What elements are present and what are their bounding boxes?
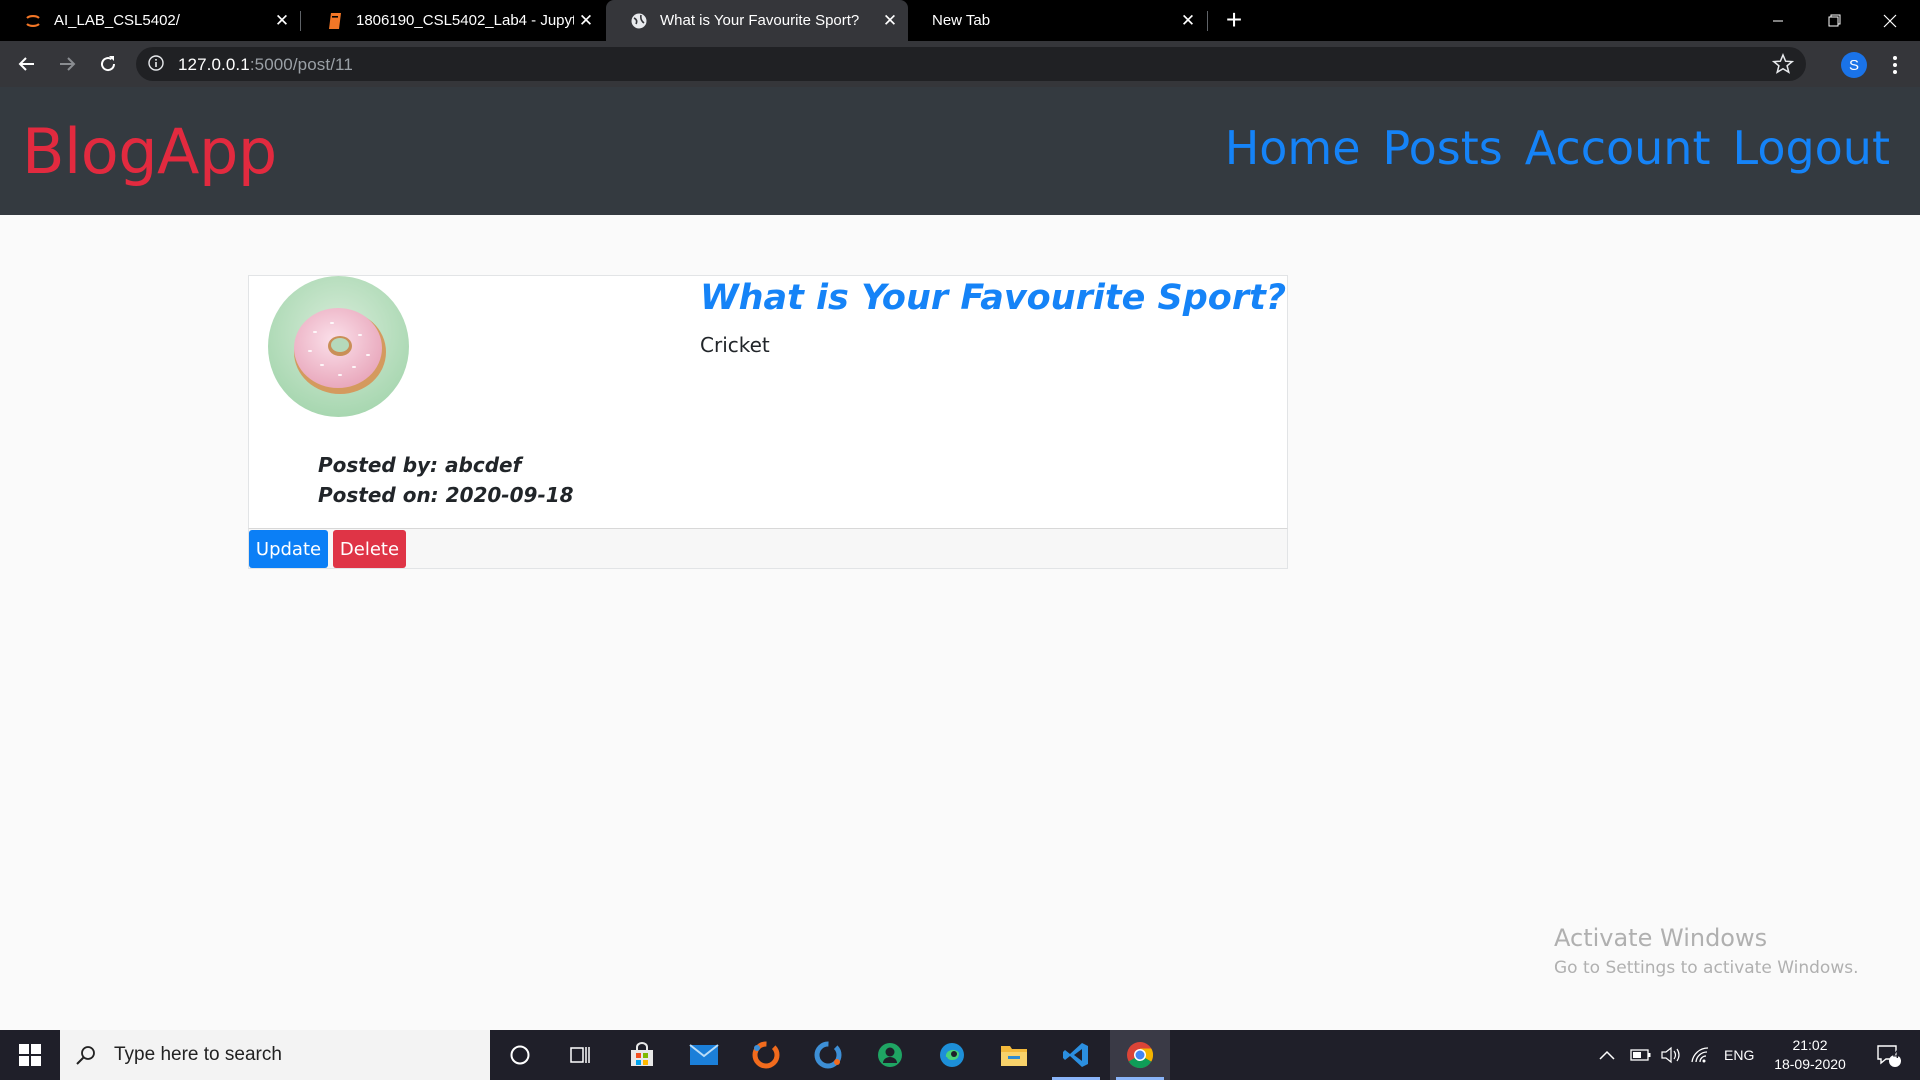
minimize-button[interactable] [1750, 0, 1806, 41]
cortana-icon [510, 1045, 530, 1065]
watermark-subtitle: Go to Settings to activate Windows. [1554, 958, 1859, 978]
task-view-button[interactable] [550, 1030, 610, 1080]
close-icon[interactable]: ✕ [574, 11, 598, 31]
clock-time: 21:02 [1792, 1037, 1828, 1053]
url-host: 127.0.0.1 [178, 55, 250, 74]
green-app-icon [878, 1043, 902, 1067]
task-view-icon [570, 1047, 590, 1063]
vscode-icon [1063, 1043, 1088, 1067]
tab-ai-lab[interactable]: AI_LAB_CSL5402/ ✕ [0, 0, 300, 41]
search-placeholder: Type here to search [114, 1044, 282, 1065]
post-meta: Posted by: abcdef Posted on: 2020-09-18 [318, 450, 574, 510]
nav-account-link[interactable]: Account [1525, 121, 1711, 175]
chrome-button[interactable] [1110, 1030, 1170, 1080]
close-icon[interactable]: ✕ [878, 11, 902, 31]
author-avatar [268, 276, 409, 417]
close-icon[interactable]: ✕ [270, 11, 294, 31]
globe-icon [630, 12, 648, 30]
orange-ring-app-icon [752, 1041, 780, 1069]
notification-count: 4 [1892, 1049, 1900, 1061]
update-button[interactable]: Update [249, 530, 328, 568]
app-green-button[interactable] [860, 1030, 920, 1080]
profile-avatar-button[interactable]: S [1841, 52, 1867, 78]
app-blue-ring-button[interactable] [798, 1030, 858, 1080]
browser-menu-button[interactable] [1883, 52, 1907, 78]
store-button[interactable] [612, 1030, 672, 1080]
windows-taskbar: Type here to search ENG 21:02 18-09-2020… [0, 1030, 1920, 1080]
cortana-button[interactable] [490, 1030, 550, 1080]
chevron-up-icon[interactable] [1598, 1048, 1616, 1062]
tab-title: New Tab [932, 12, 991, 29]
address-bar[interactable]: 127.0.0.1:5000/post/11 [136, 47, 1806, 81]
mail-icon [689, 1044, 719, 1065]
app-orange-ring-button[interactable] [736, 1030, 796, 1080]
tab-divider [300, 11, 301, 31]
volume-icon[interactable] [1660, 1046, 1682, 1064]
vscode-button[interactable] [1046, 1030, 1106, 1080]
tab-title: AI_LAB_CSL5402/ [54, 12, 180, 29]
search-icon [76, 1046, 95, 1065]
tab-jupyter-notebook[interactable]: 1806190_CSL5402_Lab4 - Jupyter ✕ [302, 0, 604, 41]
jupyter-icon [24, 12, 42, 30]
posted-on: Posted on: 2020-09-18 [318, 483, 574, 507]
close-window-button[interactable] [1862, 0, 1918, 41]
delete-button[interactable]: Delete [333, 530, 406, 568]
brand-logo[interactable]: BlogApp [22, 115, 277, 188]
url-path: :5000/post/11 [249, 55, 353, 74]
chrome-icon [1127, 1042, 1154, 1069]
edge-button[interactable] [922, 1030, 982, 1080]
posted-by: Posted by: abcdef [318, 453, 522, 477]
tab-active-post[interactable]: What is Your Favourite Sport? ✕ [606, 0, 908, 41]
new-tab-button[interactable]: + [1219, 5, 1249, 35]
folder-icon [1001, 1046, 1027, 1066]
tab-title: What is Your Favourite Sport? [660, 12, 860, 29]
back-button[interactable] [13, 50, 41, 78]
tab-title: 1806190_CSL5402_Lab4 - Jupyter [356, 12, 574, 29]
reload-icon [101, 56, 116, 72]
nav-links: Home Posts Account Logout [1225, 121, 1890, 175]
clock-date: 18-09-2020 [1774, 1056, 1846, 1072]
reload-button[interactable] [94, 50, 122, 78]
restore-button[interactable] [1806, 0, 1862, 41]
blue-ring-app-icon [814, 1041, 842, 1069]
tab-new-tab[interactable]: New Tab ✕ [908, 0, 1206, 41]
activate-windows-watermark: Activate Windows Go to Settings to activ… [1554, 924, 1859, 978]
bookmark-star-icon[interactable] [1772, 53, 1794, 75]
url-text: 127.0.0.1:5000/post/11 [178, 55, 353, 75]
browser-tab-strip: AI_LAB_CSL5402/ ✕ 1806190_CSL5402_Lab4 -… [0, 0, 1920, 41]
forward-arrow-icon [60, 57, 76, 71]
nav-logout-link[interactable]: Logout [1733, 121, 1891, 175]
start-button[interactable] [0, 1030, 60, 1080]
browser-toolbar: 127.0.0.1:5000/post/11 S [0, 41, 1920, 87]
taskbar-search-box[interactable]: Type here to search [60, 1030, 490, 1080]
post-title: What is Your Favourite Sport? [700, 278, 1287, 318]
wifi-icon[interactable] [1690, 1046, 1712, 1064]
file-explorer-button[interactable] [984, 1030, 1044, 1080]
tab-divider [1207, 11, 1208, 31]
language-indicator[interactable]: ENG [1724, 1047, 1754, 1063]
system-clock[interactable]: 21:02 18-09-2020 [1762, 1036, 1858, 1074]
windows-logo-icon [19, 1044, 41, 1066]
forward-button[interactable] [53, 50, 81, 78]
kebab-menu-icon [1893, 56, 1897, 74]
action-center-button[interactable]: 4 [1868, 1030, 1908, 1080]
close-icon[interactable]: ✕ [1176, 11, 1200, 31]
nav-posts-link[interactable]: Posts [1383, 121, 1503, 175]
store-icon [631, 1042, 653, 1066]
battery-icon[interactable] [1630, 1047, 1652, 1063]
info-icon[interactable] [148, 55, 164, 71]
notebook-icon [326, 12, 344, 30]
nav-home-link[interactable]: Home [1225, 121, 1361, 175]
app-navbar: BlogApp Home Posts Account Logout [0, 87, 1920, 215]
system-tray: ENG [1598, 1030, 1754, 1080]
edge-icon [940, 1043, 964, 1067]
back-arrow-icon [18, 57, 34, 71]
mail-button[interactable] [674, 1030, 734, 1080]
watermark-title: Activate Windows [1554, 924, 1768, 952]
post-body: Cricket [700, 333, 770, 357]
